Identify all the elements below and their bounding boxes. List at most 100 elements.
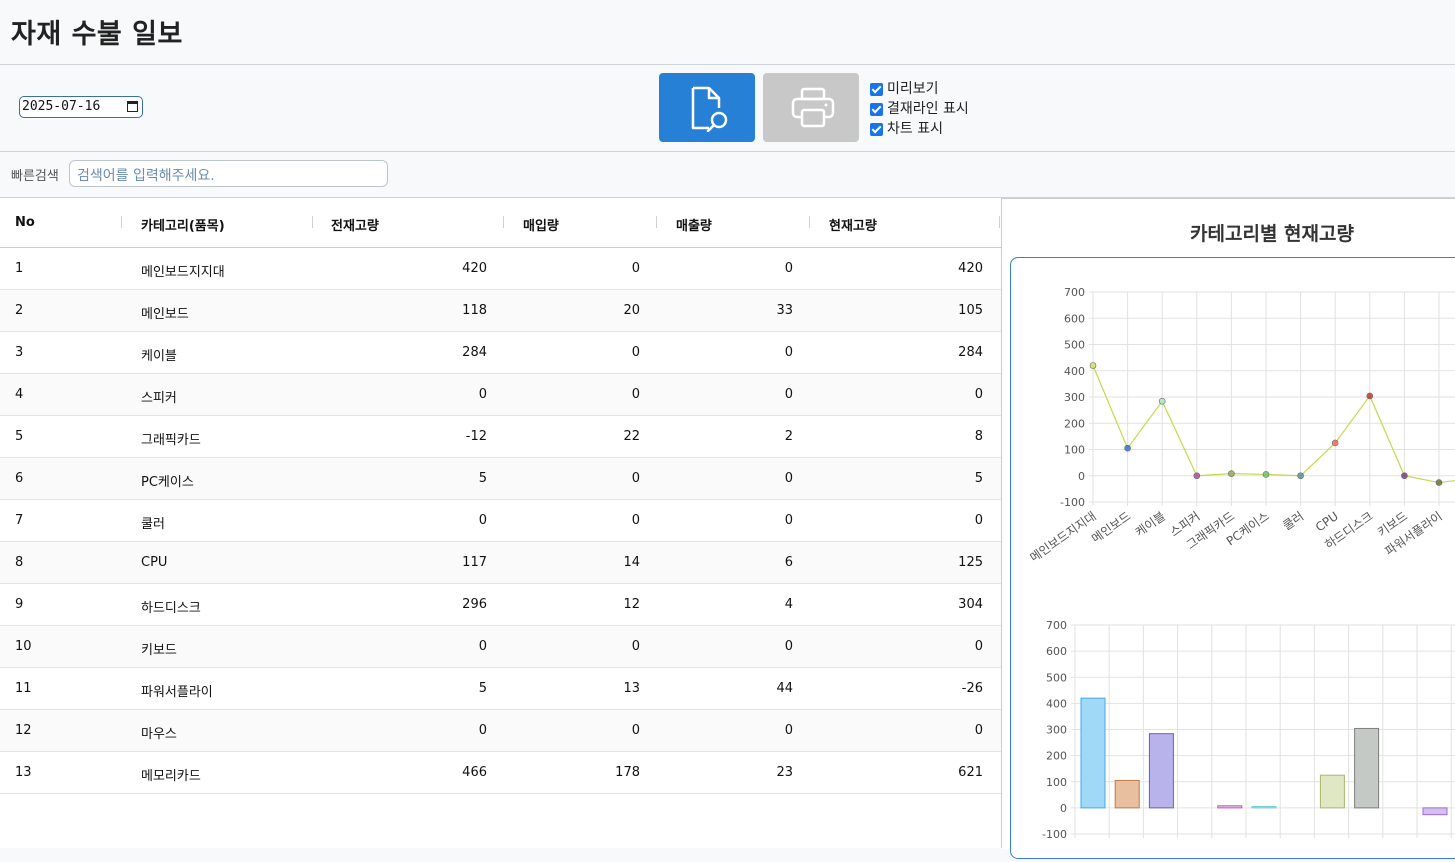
- y-tick-label: -100: [1042, 828, 1067, 841]
- checkbox-chart[interactable]: [870, 122, 883, 136]
- chart-svg: -100 0 100 200 300 400 500 600 700 메인보드지지대메인보드 케이블…: [1027, 286, 1455, 841]
- table-row[interactable]: 6 PC케이스 5 0 0 5: [0, 458, 1001, 500]
- chart-pane: 카테고리별 현재고량 -100 0 100 200 300 400 500 600 700 메인보…: [1002, 198, 1455, 859]
- header-no[interactable]: No: [15, 215, 35, 230]
- option-chart-label: 차트 표시: [887, 121, 943, 137]
- cell-purchase: 12: [623, 597, 640, 612]
- y-tick-label: 500: [1046, 671, 1067, 684]
- cell-purchase: 0: [631, 387, 640, 402]
- column-separator[interactable]: [999, 216, 1000, 228]
- cell-no: 8: [15, 555, 24, 570]
- cell-no: 7: [15, 513, 24, 528]
- cell-current-stock: 0: [974, 513, 983, 528]
- column-separator[interactable]: [121, 216, 122, 228]
- printer-icon: [791, 87, 835, 128]
- chart-card: -100 0 100 200 300 400 500 600 700 메인보드지지대 메인보드 케이블…: [1010, 257, 1455, 859]
- preview-button[interactable]: [659, 73, 755, 142]
- table-row[interactable]: 10 키보드 0 0 0 0: [0, 626, 1001, 668]
- y-tick-label: 100: [1064, 444, 1085, 457]
- cell-category: PC케이스: [141, 475, 194, 490]
- cell-prev-stock: 0: [478, 723, 487, 738]
- cell-category: 그래픽카드: [141, 433, 201, 448]
- column-separator[interactable]: [312, 216, 313, 228]
- y-tick-label: 200: [1064, 417, 1085, 430]
- column-separator[interactable]: [809, 216, 810, 228]
- print-button[interactable]: [763, 73, 859, 142]
- calendar-icon[interactable]: [127, 101, 138, 112]
- header-purchase[interactable]: 매입량: [523, 215, 559, 234]
- option-approval-line[interactable]: 결재라인 표시: [870, 99, 969, 119]
- option-chart[interactable]: 차트 표시: [870, 119, 969, 139]
- bar: [1251, 806, 1277, 809]
- cell-current-stock: 304: [958, 597, 983, 612]
- table-row[interactable]: 9 하드디스크 296 12 4 304: [0, 584, 1001, 626]
- cell-purchase: 178: [615, 765, 640, 780]
- cell-prev-stock: 5: [478, 471, 487, 486]
- y-tick-label: 200: [1046, 750, 1067, 763]
- bar: [1422, 807, 1448, 816]
- checkbox-approval-line[interactable]: [870, 102, 883, 116]
- cell-sales: 0: [784, 471, 793, 486]
- option-preview[interactable]: 미리보기: [870, 79, 969, 99]
- cell-sales: 6: [784, 555, 793, 570]
- table-row[interactable]: 4 스피커 0 0 0 0: [0, 374, 1001, 416]
- toolbar: 2025-07-16 미리보기 결재라인 표시 차트 표시: [0, 65, 1455, 152]
- header-category[interactable]: 카테고리(품목): [141, 215, 225, 234]
- line-point: [1193, 472, 1201, 480]
- table-row[interactable]: 11 파워서플라이 5 13 44 -26: [0, 668, 1001, 710]
- line-series: [1092, 365, 1455, 484]
- search-input[interactable]: 검색어를 입력해주세요.: [69, 160, 388, 187]
- column-separator[interactable]: [656, 216, 657, 228]
- cell-sales: 0: [784, 387, 793, 402]
- preview-icon: [691, 86, 728, 132]
- option-preview-label: 미리보기: [887, 81, 939, 97]
- y-tick-label: 600: [1064, 312, 1085, 325]
- y-tick-label: 600: [1046, 645, 1067, 658]
- cell-purchase: 14: [623, 555, 640, 570]
- cell-sales: 44: [776, 681, 793, 696]
- cell-current-stock: 8: [974, 429, 983, 444]
- column-separator[interactable]: [503, 216, 504, 228]
- y-tick-label: 500: [1064, 339, 1085, 352]
- option-checks: 미리보기 결재라인 표시 차트 표시: [870, 79, 969, 139]
- line-point: [1297, 472, 1304, 480]
- y-tick-label: 400: [1064, 365, 1085, 378]
- date-input[interactable]: 2025-07-16: [19, 96, 143, 118]
- table-row[interactable]: 8 CPU 117 14 6 125: [0, 542, 1001, 584]
- cell-purchase: 0: [631, 345, 640, 360]
- cell-sales: 0: [784, 345, 793, 360]
- bar: [1217, 805, 1243, 809]
- table-row[interactable]: 3 케이블 284 0 0 284: [0, 332, 1001, 374]
- y-tick-label: -100: [1060, 496, 1085, 509]
- cell-sales: 0: [784, 513, 793, 528]
- line-point: [1089, 362, 1097, 369]
- x-tick-label: 메인보드지지대: [1027, 509, 1098, 565]
- cell-category: 메인보드: [141, 307, 189, 322]
- bar: [1319, 774, 1345, 809]
- header-prev-stock[interactable]: 전재고량: [331, 215, 379, 234]
- table-row[interactable]: 1 메인보드지지대 420 0 0 420: [0, 248, 1001, 290]
- cell-purchase: 20: [623, 303, 640, 318]
- cell-current-stock: 0: [974, 387, 983, 402]
- cell-category: 메모리카드: [141, 769, 201, 784]
- table-row[interactable]: 13 메모리카드 466 178 23 621: [0, 752, 1001, 794]
- table-row[interactable]: 7 쿨러 0 0 0 0: [0, 500, 1001, 542]
- checkbox-preview[interactable]: [870, 82, 883, 96]
- table-row[interactable]: 12 마우스 0 0 0 0: [0, 710, 1001, 752]
- table-row[interactable]: 5 그래픽카드 -12 22 2 8: [0, 416, 1001, 458]
- cell-category: 파워서플라이: [141, 685, 213, 700]
- bar: [1354, 727, 1380, 809]
- search-bar: 빠른검색 검색어를 입력해주세요.: [0, 152, 1455, 198]
- cell-category: 쿨러: [141, 517, 165, 532]
- cell-category: 케이블: [141, 349, 177, 364]
- header-current-stock[interactable]: 현재고량: [829, 215, 877, 234]
- cell-category: 마우스: [141, 727, 177, 742]
- cell-current-stock: -26: [961, 681, 983, 696]
- cell-sales: 0: [784, 261, 793, 276]
- header-sales[interactable]: 매출량: [676, 215, 712, 234]
- search-label: 빠른검색: [11, 169, 59, 184]
- table-row[interactable]: 2 메인보드 118 20 33 105: [0, 290, 1001, 332]
- title-bar: 자재 수불 일보: [0, 0, 1455, 65]
- cell-prev-stock: 296: [462, 597, 487, 612]
- cell-prev-stock: 5: [478, 681, 487, 696]
